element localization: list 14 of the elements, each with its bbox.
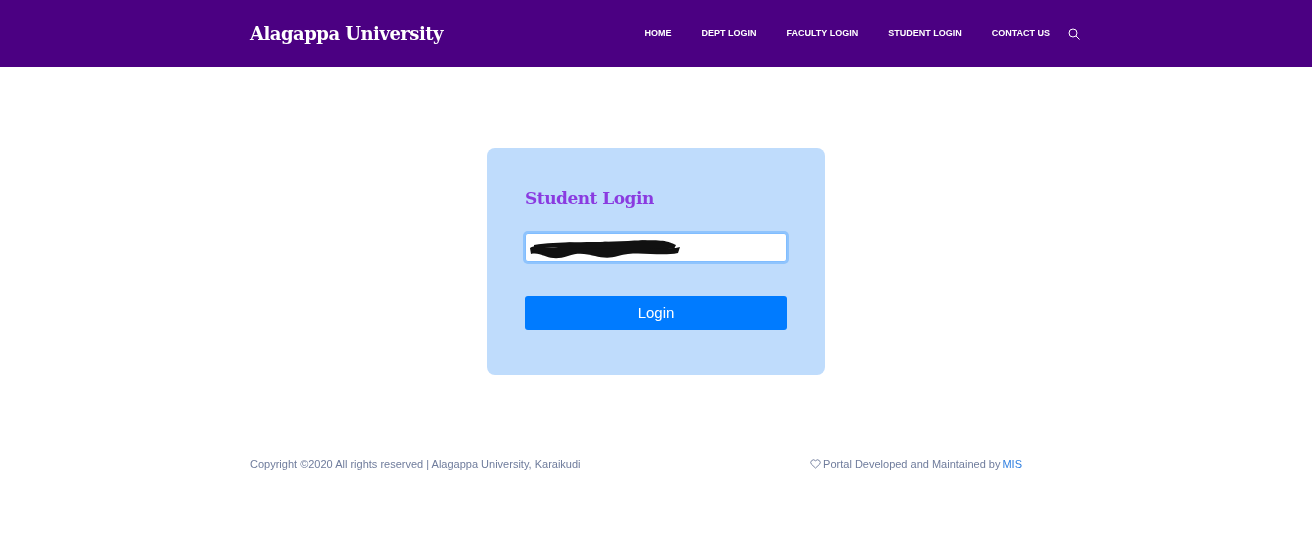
nav-link[interactable]: DEPT LOGIN <box>701 26 757 41</box>
copyright-text: Copyright ©2020 All rights reserved | Alagappa University, Karaikudi <box>250 457 581 472</box>
mis-link[interactable]: MIS <box>1002 456 1022 473</box>
nav-link[interactable]: FACULTY LOGIN <box>786 26 859 41</box>
login-button[interactable]: Login <box>525 296 787 331</box>
search-icon[interactable] <box>1068 27 1080 40</box>
credit-text: Portal Developed and Maintained by <box>823 457 1001 472</box>
login-title: Student Login <box>525 187 655 209</box>
nav-link[interactable]: HOME <box>644 26 672 41</box>
nav-link[interactable]: CONTACT US <box>991 26 1050 41</box>
nav-link[interactable]: STUDENT LOGIN <box>888 26 962 41</box>
heart-icon <box>810 459 822 470</box>
site-brand[interactable]: Alagappa University <box>250 20 444 47</box>
input-field[interactable] <box>525 233 787 263</box>
